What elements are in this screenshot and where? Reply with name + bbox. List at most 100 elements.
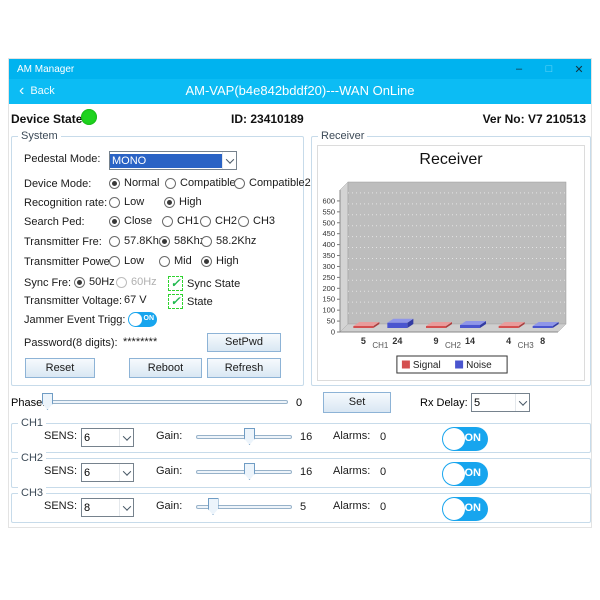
transmitter-voltage-value: 67 V: [124, 294, 147, 306]
ch3-toggle[interactable]: ON: [442, 497, 488, 521]
password-label: Password(8 digits):: [24, 337, 118, 349]
minimize-icon[interactable]: –: [511, 63, 527, 75]
jammer-toggle[interactable]: ON: [128, 312, 157, 327]
check-icon: ✓: [168, 294, 183, 309]
connection-title: AM-VAP(b4e842bddf20)---WAN OnLine: [9, 83, 591, 98]
slider-thumb[interactable]: [42, 393, 53, 410]
check-icon: ✓: [168, 276, 183, 291]
setpwd-button[interactable]: SetPwd: [207, 333, 281, 352]
ch1-toggle[interactable]: ON: [442, 427, 488, 451]
radio-device-compatible1[interactable]: Compatible1: [165, 177, 242, 189]
ch2-sens-select[interactable]: 6: [81, 463, 134, 482]
sync-fre-row: Sync Fre: 50Hz 60Hz ✓Sync State: [12, 275, 303, 291]
radio-searchped-ch1[interactable]: CH1: [162, 215, 199, 227]
svg-text:300: 300: [322, 262, 335, 271]
close-icon[interactable]: ✕: [571, 63, 587, 76]
transmitter-power-label: Transmitter Power:: [24, 256, 117, 268]
svg-text:4: 4: [506, 336, 511, 346]
sync-fre-label: Sync Fre:: [24, 277, 71, 289]
radio-power-mid[interactable]: Mid: [159, 255, 192, 267]
radio-fre-58[interactable]: 58Khz: [159, 235, 205, 247]
toggle-knob: [443, 463, 465, 485]
gain-label: Gain:: [156, 430, 182, 442]
alarms-label: Alarms:: [333, 465, 370, 477]
device-state-indicator: [81, 109, 97, 125]
refresh-button[interactable]: Refresh: [207, 358, 281, 378]
receiver-chart: Receiver 0501001502002503003504004505005…: [317, 145, 585, 381]
radio-device-compatible2[interactable]: Compatible2: [234, 177, 311, 189]
ch2-gain-slider[interactable]: [196, 463, 292, 481]
ch2-toggle[interactable]: ON: [442, 462, 488, 486]
reset-button[interactable]: Reset: [25, 358, 95, 378]
slider-thumb[interactable]: [244, 428, 255, 445]
slider-thumb[interactable]: [244, 463, 255, 480]
ch3-gain-slider[interactable]: [196, 498, 292, 516]
system-panel-title: System: [18, 130, 61, 142]
state-check[interactable]: ✓State: [168, 294, 213, 309]
svg-text:24: 24: [392, 336, 402, 346]
sens-label: SENS:: [44, 500, 77, 512]
reboot-button[interactable]: Reboot: [129, 358, 202, 378]
pedestal-mode-label: Pedestal Mode:: [24, 153, 100, 165]
ch1-sens-select[interactable]: 6: [81, 428, 134, 447]
alarms-label: Alarms:: [333, 500, 370, 512]
slider-thumb[interactable]: [208, 498, 219, 515]
chart-title: Receiver: [318, 151, 584, 169]
radio-recognition-low[interactable]: Low: [109, 196, 144, 208]
svg-text:14: 14: [465, 336, 475, 346]
sens-label: SENS:: [44, 430, 77, 442]
svg-text:CH3: CH3: [518, 341, 535, 350]
radio-searchped-ch3[interactable]: CH3: [238, 215, 275, 227]
radio-recognition-high[interactable]: High: [164, 196, 202, 208]
ch3-sens-select[interactable]: 8: [81, 498, 134, 517]
device-id: ID: 23410189: [231, 112, 304, 126]
recognition-rate-row: Recognition rate: Low High: [12, 195, 303, 211]
ch1-panel-title: CH1: [18, 417, 46, 429]
ch2-alarms-value: 0: [380, 466, 386, 478]
radio-power-high[interactable]: High: [201, 255, 239, 267]
device-state-label: Device State:: [11, 112, 86, 126]
gain-label: Gain:: [156, 465, 182, 477]
svg-text:250: 250: [322, 273, 335, 282]
app-window: AM Manager – □ ✕ ‹ Back AM-VAP(b4e842bdd…: [8, 58, 592, 528]
sens-label: SENS:: [44, 465, 77, 477]
transmitter-fre-label: Transmitter Fre:: [24, 236, 102, 248]
svg-text:550: 550: [322, 207, 335, 216]
set-button[interactable]: Set: [323, 392, 391, 413]
ch2-gain-value: 16: [300, 466, 312, 478]
svg-text:0: 0: [331, 328, 335, 337]
rx-delay-select[interactable]: 5: [471, 393, 530, 412]
chevron-down-icon: [222, 152, 236, 169]
svg-text:500: 500: [322, 218, 335, 227]
svg-text:Signal: Signal: [413, 360, 441, 371]
radio-searchped-close[interactable]: Close: [109, 215, 152, 227]
ch3-gain-value: 5: [300, 501, 306, 513]
sync-state-check[interactable]: ✓Sync State: [168, 276, 240, 291]
svg-text:600: 600: [322, 196, 335, 205]
radio-device-normal[interactable]: Normal: [109, 177, 159, 189]
chart-plot: 050100150200250300350400450500550600524C…: [318, 174, 586, 385]
transmitter-fre-row: Transmitter Fre: 57.8Khz 58Khz 58.2Khz: [12, 234, 303, 250]
status-row: Device State: ID: 23410189 Ver No: V7 21…: [9, 104, 591, 135]
phase-slider[interactable]: [42, 393, 288, 411]
ch2-panel: CH2 SENS: 6 Gain: 16 Alarms: 0 ON: [11, 458, 591, 488]
svg-text:50: 50: [327, 317, 335, 326]
recognition-rate-label: Recognition rate:: [24, 197, 107, 209]
ch1-gain-slider[interactable]: [196, 428, 292, 446]
radio-fre-58-2[interactable]: 58.2Khz: [201, 235, 256, 247]
radio-power-low[interactable]: Low: [109, 255, 144, 267]
rx-delay-label: Rx Delay:: [420, 397, 468, 409]
toggle-knob: [443, 498, 465, 520]
password-value: ********: [123, 336, 157, 348]
radio-fre-57-8[interactable]: 57.8Khz: [109, 235, 164, 247]
pedestal-mode-select[interactable]: MONO: [109, 151, 237, 170]
chevron-down-icon: [515, 394, 529, 411]
svg-text:100: 100: [322, 306, 335, 315]
radio-sync-50hz[interactable]: 50Hz: [74, 276, 115, 288]
radio-sync-60hz: 60Hz: [116, 276, 157, 288]
device-mode-row: Device Mode: Normal Compatible1 Compatib…: [12, 176, 303, 192]
ch3-alarms-value: 0: [380, 501, 386, 513]
maximize-icon[interactable]: □: [541, 63, 557, 75]
radio-searchped-ch2[interactable]: CH2: [200, 215, 237, 227]
transmitter-power-row: Transmitter Power: Low Mid High: [12, 254, 303, 270]
